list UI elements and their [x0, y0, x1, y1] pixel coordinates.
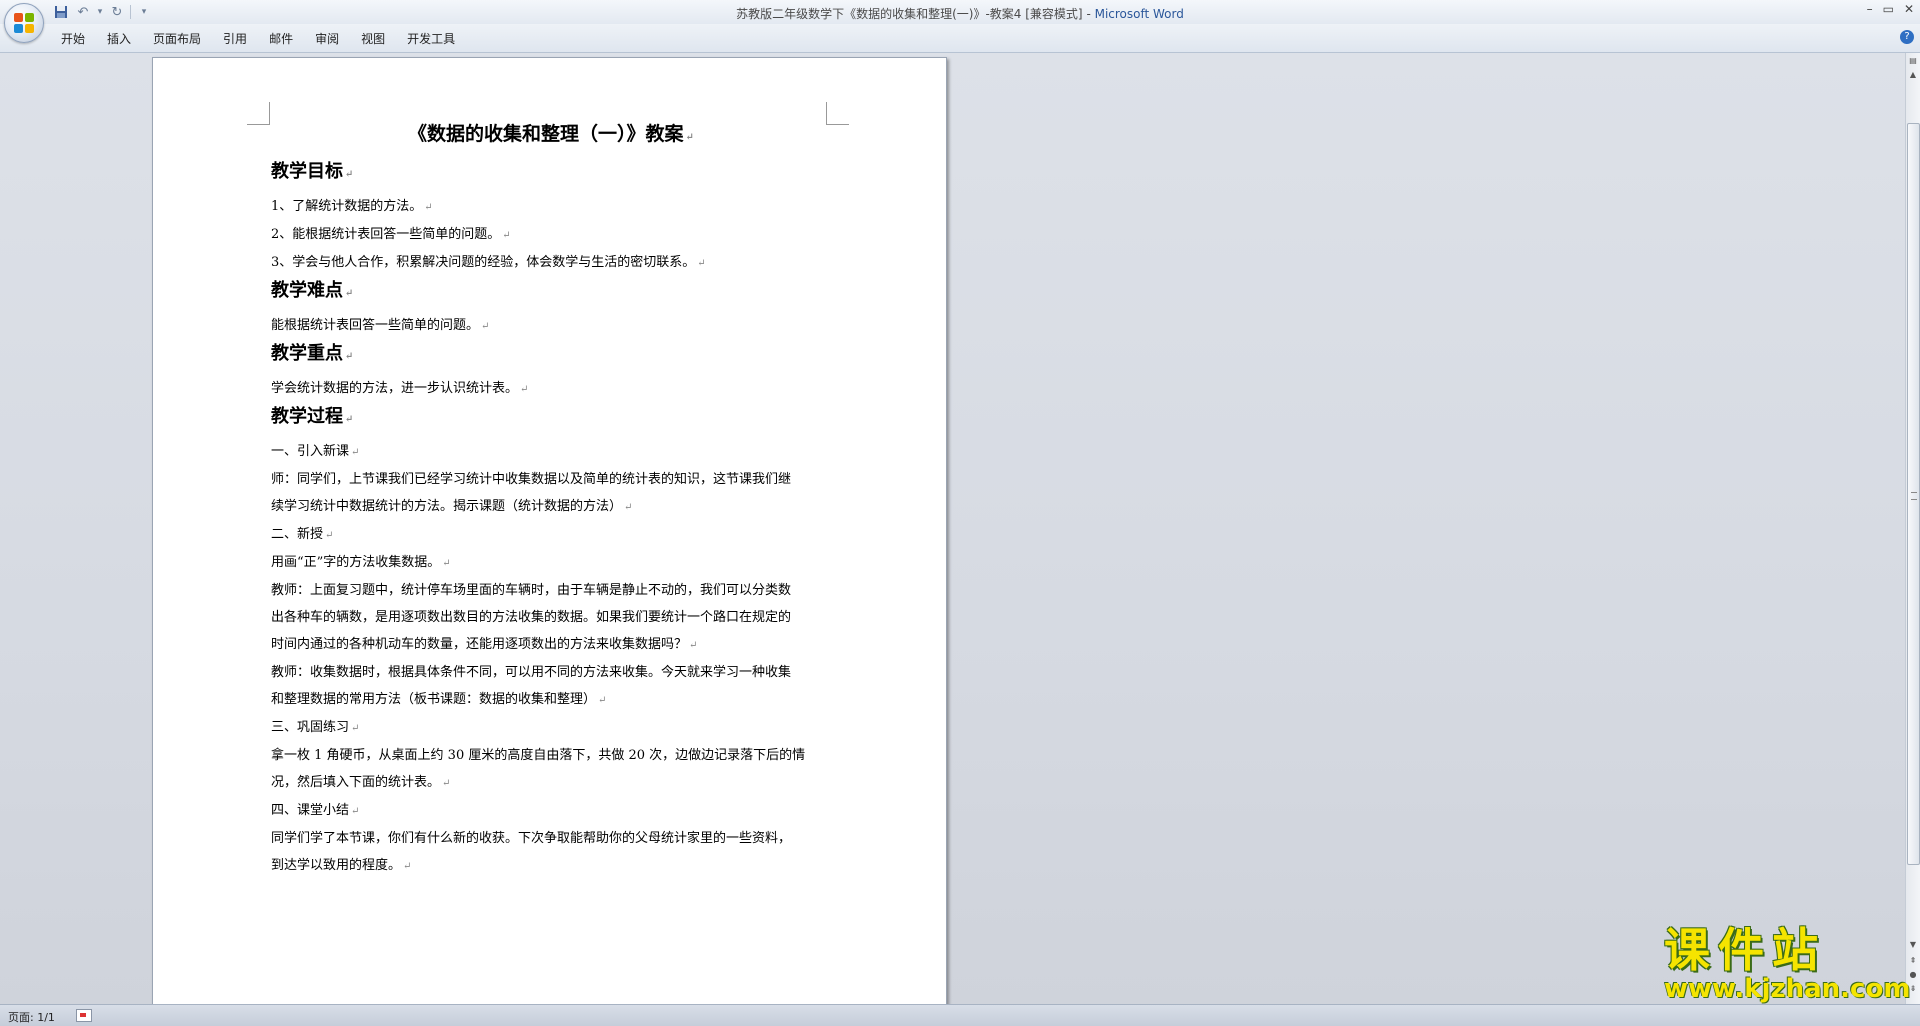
- tab-mailings[interactable]: 邮件: [258, 30, 304, 48]
- step-text-line: 用画“正”字的方法收集数据。 ↵: [271, 555, 451, 570]
- office-button[interactable]: [4, 3, 44, 43]
- page-count[interactable]: 页面: 1/1: [8, 1009, 55, 1025]
- scroll-down-icon[interactable]: ▼: [1907, 939, 1919, 951]
- step-text-line: 拿一枚 1 角硬币，从桌面上约 30 厘米的高度自由落下，共做 20 次，边做边…: [271, 748, 806, 763]
- title-separator: -: [1082, 7, 1095, 21]
- tab-developer[interactable]: 开发工具: [396, 30, 466, 48]
- document-page[interactable]: 《数据的收集和整理（一）》教案 ↵ 教学目标 ↵ 1、了解统计数据的方法。 ↵ 2、能…: [152, 57, 947, 1004]
- step-text-line: 到达学以致用的程度。 ↵: [271, 858, 412, 873]
- step-text-line: 时间内通过的各种机动车的数量，还能用逐项数出的方法来收集数据吗？ ↵: [271, 637, 698, 652]
- office-logo-icon: [14, 13, 34, 33]
- status-bar: 页面: 1/1: [0, 1004, 1920, 1026]
- help-icon[interactable]: ?: [1900, 30, 1914, 44]
- step-text-line: 师：同学们，上节课我们已经学习统计中收集数据以及简单的统计表的知识，这节课我们继: [271, 472, 792, 487]
- tab-review[interactable]: 审阅: [304, 30, 350, 48]
- paragraph-mark: ↵: [685, 132, 694, 143]
- heading-process: 教学过程 ↵: [271, 406, 354, 427]
- tab-references[interactable]: 引用: [212, 30, 258, 48]
- minimize-icon[interactable]: –: [1867, 2, 1873, 16]
- title-bar: ↶ ▾ ↻ ▾ 苏教版二年级数学下《数据的收集和整理(一)》-教案4 [兼容模式…: [0, 0, 1920, 43]
- watermark-url: www.kjzhan.com: [1664, 974, 1911, 1004]
- goal-item: 3、学会与他人合作，积累解决问题的经验，体会数学与生活的密切联系。 ↵: [271, 255, 706, 270]
- close-icon[interactable]: ✕: [1904, 2, 1914, 16]
- step-text-line: 教师：收集数据时，根据具体条件不同，可以用不同的方法来收集。今天就来学习一种收集: [271, 665, 792, 680]
- step-title: 二、新授 ↵: [271, 527, 334, 542]
- step-text-line: 况，然后填入下面的统计表。 ↵: [271, 775, 451, 790]
- document-body: 《数据的收集和整理（一）》教案 ↵ 教学目标 ↵ 1、了解统计数据的方法。 ↵ 2、能…: [271, 122, 831, 880]
- restore-icon[interactable]: ▭: [1883, 2, 1894, 16]
- heading-focus: 教学重点 ↵: [271, 343, 354, 364]
- scroll-thumb[interactable]: [1907, 123, 1920, 865]
- window-controls: – ▭ ✕: [1867, 2, 1914, 16]
- heading-goals: 教学目标 ↵: [271, 161, 354, 182]
- difficulty-text: 能根据统计表回答一些简单的问题。 ↵: [271, 318, 490, 333]
- step-title: 四、课堂小结 ↵: [271, 803, 360, 818]
- app-name: Microsoft Word: [1094, 7, 1184, 21]
- focus-text: 学会统计数据的方法，进一步认识统计表。 ↵: [271, 381, 529, 396]
- previous-page-icon[interactable]: ⇞: [1907, 955, 1919, 967]
- margin-corner-top-left: [247, 102, 270, 125]
- goal-item: 2、能根据统计表回答一些简单的问题。 ↵: [271, 227, 511, 242]
- ribbon-tabs: 开始 插入 页面布局 引用 邮件 审阅 视图 开发工具: [50, 30, 466, 48]
- tab-insert[interactable]: 插入: [96, 30, 142, 48]
- document-title: 《数据的收集和整理（一）》教案 ↵: [408, 123, 694, 145]
- step-text-line: 续学习统计中数据统计的方法。揭示课题（统计数据的方法） ↵: [271, 499, 633, 514]
- step-text-line: 同学们学了本节课，你们有什么新的收获。下次争取能帮助你的父母统计家里的一些资料，: [271, 831, 792, 846]
- scroll-up-icon[interactable]: ▲: [1907, 69, 1919, 81]
- document-name: 苏教版二年级数学下《数据的收集和整理(一)》-教案4 [兼容模式]: [736, 7, 1083, 21]
- vertical-scrollbar[interactable]: ▤ ▲ ▼ ⇞ ● ⇟: [1905, 53, 1920, 1004]
- step-text-line: 教师：上面复习题中，统计停车场里面的车辆时，由于车辆是静止不动的，我们可以分类数: [271, 583, 792, 598]
- heading-difficulty: 教学难点 ↵: [271, 280, 354, 301]
- step-text-line: 出各种车的辆数，是用逐项数出数目的方法收集的数据。如果我们要统计一个路口在规定的: [271, 610, 792, 625]
- ribbon: 开始 插入 页面布局 引用 邮件 审阅 视图 开发工具 ?: [0, 24, 1920, 53]
- step-text-line: 和整理数据的常用方法（板书课题：数据的收集和整理） ↵: [271, 692, 607, 707]
- scroll-grip: [1911, 492, 1917, 500]
- watermark-chinese: 课件站: [1664, 923, 1826, 977]
- step-title: 一、引入新课 ↵: [271, 444, 360, 459]
- tab-home[interactable]: 开始: [50, 30, 96, 48]
- ruler-toggle-icon[interactable]: ▤: [1907, 55, 1919, 67]
- document-workspace: 《数据的收集和整理（一）》教案 ↵ 教学目标 ↵ 1、了解统计数据的方法。 ↵ 2、能…: [0, 53, 1906, 1004]
- window-title: 苏教版二年级数学下《数据的收集和整理(一)》-教案4 [兼容模式] - Micr…: [0, 5, 1920, 22]
- step-title: 三、巩固练习 ↵: [271, 720, 360, 735]
- tab-page-layout[interactable]: 页面布局: [142, 30, 212, 48]
- goal-item: 1、了解统计数据的方法。 ↵: [271, 199, 433, 214]
- tab-view[interactable]: 视图: [350, 30, 396, 48]
- proofing-icon[interactable]: [76, 1009, 92, 1022]
- watermark-logo: 课件站 www.kjzhan.com: [1664, 923, 1911, 1005]
